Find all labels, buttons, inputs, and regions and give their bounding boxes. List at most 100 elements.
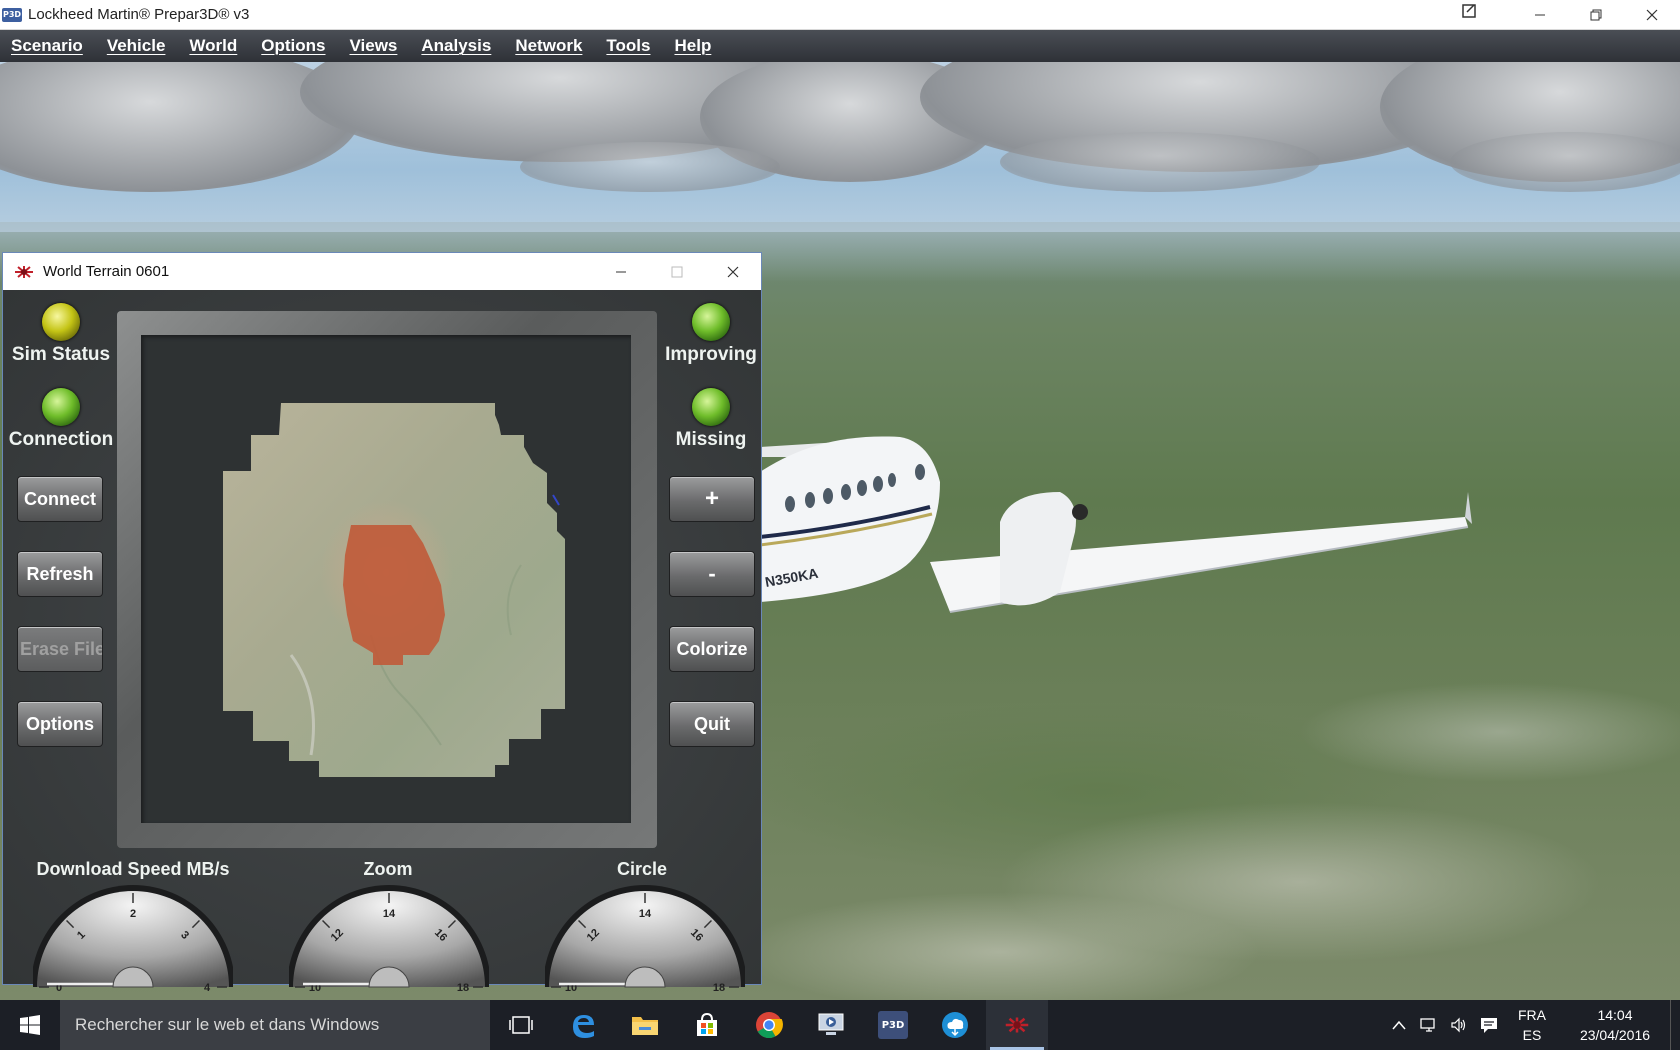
sim-status-led — [42, 303, 80, 341]
chrome-icon — [756, 1012, 783, 1039]
terrain-coverage-map[interactable] — [141, 335, 631, 823]
erase-files-button: Erase Files — [17, 626, 103, 672]
cloud — [1450, 132, 1680, 192]
store-button[interactable] — [676, 1000, 738, 1050]
circle-label: Circle — [616, 859, 668, 879]
gauge-tick-label: 18 — [713, 982, 725, 992]
menu-help[interactable]: Help — [674, 36, 711, 56]
close-icon — [727, 266, 739, 277]
feedback-icon[interactable] — [1460, 2, 1480, 20]
menu-world[interactable]: World — [189, 36, 237, 56]
clock-time: 14:04 — [1597, 1007, 1633, 1023]
improving-led — [692, 303, 730, 341]
show-desktop-button[interactable] — [1670, 1000, 1680, 1050]
monitor-app-icon — [818, 1013, 844, 1035]
download-speed-label: Download Speed MB/s — [36, 859, 230, 879]
wt-close-button[interactable] — [705, 253, 761, 290]
chrome-button[interactable] — [738, 1000, 800, 1050]
colorize-button[interactable]: Colorize — [669, 626, 755, 672]
world-terrain-panel: Sim Status Connection Improving Missing … — [3, 290, 761, 992]
wt-minimize-button[interactable] — [593, 253, 649, 290]
terrain-map[interactable] — [141, 335, 631, 823]
language-secondary: ES — [1522, 1027, 1542, 1043]
task-view-button[interactable] — [490, 1000, 552, 1050]
windows-logo-icon — [20, 1015, 40, 1035]
sim-status-label: Sim Status — [11, 344, 111, 365]
network-icon[interactable] — [1414, 1000, 1444, 1050]
gauge-tick-label: 4 — [204, 982, 211, 992]
gauge-tick-label: 14 — [383, 908, 396, 920]
gauge-tick-label: 18 — [457, 982, 469, 992]
close-button[interactable] — [1624, 0, 1680, 30]
zoom-label: Zoom — [363, 859, 413, 879]
gauge-tick-label: 14 — [639, 908, 652, 920]
menu-network[interactable]: Network — [515, 36, 582, 56]
airplane-image: N350KA — [760, 436, 1472, 613]
missing-label: Missing — [675, 429, 747, 450]
missing-led — [692, 388, 730, 426]
close-icon — [1646, 9, 1658, 21]
input-language[interactable]: FRA ES — [1504, 1005, 1560, 1045]
improving-label: Improving — [665, 344, 757, 365]
menu-vehicle[interactable]: Vehicle — [107, 36, 166, 56]
cloud — [520, 142, 780, 192]
p3d-app-icon: P3D — [2, 7, 22, 22]
store-icon — [697, 1012, 717, 1036]
menu-tools[interactable]: Tools — [606, 36, 650, 56]
restore-button[interactable] — [1568, 0, 1624, 30]
volume-icon[interactable] — [1444, 1000, 1474, 1050]
p3d-icon: P3D — [878, 1011, 908, 1039]
folder-icon — [632, 1017, 658, 1035]
menu-scenario[interactable]: Scenario — [11, 36, 83, 56]
chevron-up-icon[interactable] — [1384, 1000, 1414, 1050]
connect-button[interactable]: Connect — [17, 476, 103, 522]
edge-icon — [573, 1015, 594, 1038]
p3d-taskbar-button[interactable]: P3D — [862, 1000, 924, 1050]
task-view-icon — [509, 1016, 533, 1034]
zoom-in-button[interactable]: + — [669, 476, 755, 522]
refresh-button[interactable]: Refresh — [17, 551, 103, 597]
language-primary: FRA — [1518, 1007, 1546, 1023]
weather-app-button[interactable] — [924, 1000, 986, 1050]
world-terrain-taskbar-button[interactable] — [986, 1000, 1048, 1050]
search-placeholder: Rechercher sur le web et dans Windows — [75, 1015, 380, 1034]
edge-button[interactable] — [552, 1000, 614, 1050]
restore-icon — [1590, 9, 1602, 21]
action-center-icon[interactable] — [1474, 1000, 1504, 1050]
zoom-gauge: 1012141618 — [289, 885, 489, 992]
menu-analysis[interactable]: Analysis — [421, 36, 491, 56]
start-button[interactable] — [0, 1000, 60, 1050]
cloud-globe-icon — [942, 1012, 968, 1038]
world-terrain-titlebar[interactable]: World Terrain 0601 — [3, 253, 761, 290]
file-explorer-button[interactable] — [614, 1000, 676, 1050]
world-terrain-window: World Terrain 0601 Sim Status Connection… — [2, 252, 762, 992]
clock-date: 23/04/2016 — [1579, 1027, 1651, 1043]
connection-label: Connection — [8, 429, 114, 450]
minimize-icon — [1535, 14, 1545, 16]
app-titlebar: P3D Lockheed Martin® Prepar3D® v3 — [0, 0, 1680, 30]
zoom-out-button[interactable]: - — [669, 551, 755, 597]
system-tray: FRA ES 14:04 23/04/2016 — [1384, 1000, 1680, 1050]
clock[interactable]: 14:04 23/04/2016 — [1560, 1005, 1670, 1045]
world-terrain-icon — [15, 265, 33, 278]
quit-button[interactable]: Quit — [669, 701, 755, 747]
menu-views[interactable]: Views — [350, 36, 398, 56]
taskbar-search-box[interactable]: Rechercher sur le web et dans Windows — [60, 1000, 490, 1050]
download-speed-gauge: 01234 — [33, 885, 233, 992]
connection-led — [42, 388, 80, 426]
app-title: Lockheed Martin® Prepar3D® v3 — [28, 6, 250, 23]
minimize-button[interactable] — [1512, 0, 1568, 30]
cloud — [1000, 132, 1320, 192]
minimize-icon — [616, 271, 626, 272]
menu-options[interactable]: Options — [261, 36, 325, 56]
circle-gauge: 1012141618 — [545, 885, 745, 992]
media-app-button[interactable] — [800, 1000, 862, 1050]
gauge-tick-label: 2 — [130, 908, 136, 920]
world-terrain-icon — [1005, 1017, 1029, 1033]
options-button[interactable]: Options — [17, 701, 103, 747]
taskbar: Rechercher sur le web et dans Windows P3… — [0, 1000, 1680, 1050]
maximize-icon — [671, 266, 683, 277]
map-frame — [117, 311, 657, 848]
world-terrain-title: World Terrain 0601 — [43, 263, 170, 280]
wt-maximize-button — [649, 253, 705, 290]
